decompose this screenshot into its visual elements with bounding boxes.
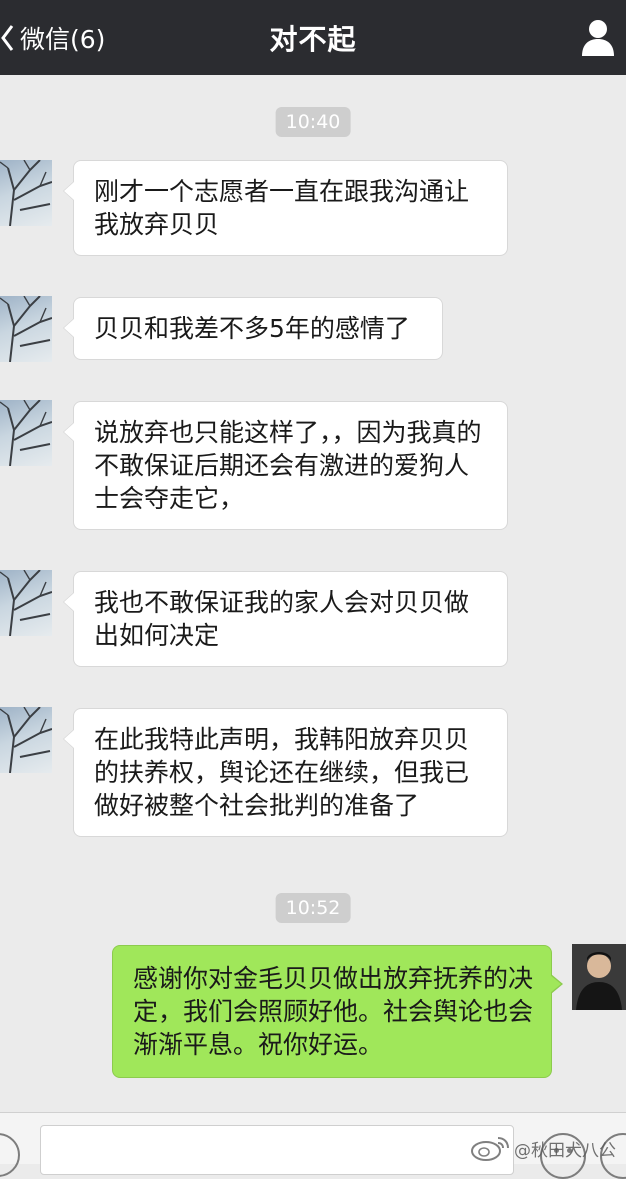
chat-title: 对不起 bbox=[269, 23, 357, 56]
contact-avatar[interactable] bbox=[0, 400, 52, 466]
tree-branches-image bbox=[0, 296, 52, 362]
voice-toggle-button[interactable] bbox=[0, 1133, 20, 1177]
chat-info-button[interactable] bbox=[580, 18, 616, 58]
outgoing-message[interactable]: 感谢你对金毛贝贝做出放弃抚养的决定，我们会照顾好他。社会舆论也会渐渐平息。祝你好… bbox=[112, 945, 563, 1078]
incoming-message[interactable]: 说放弃也只能这样了，，因为我真的不敢保证后期还会有激进的爱狗人士会夺走它， bbox=[63, 401, 508, 530]
contact-avatar[interactable] bbox=[0, 707, 52, 773]
watermark-text: @秋田犬八公 bbox=[514, 1140, 616, 1161]
incoming-message[interactable]: 贝贝和我差不多5年的感情了 bbox=[63, 297, 443, 360]
tree-branches-image bbox=[0, 400, 52, 466]
contact-avatar[interactable] bbox=[0, 570, 52, 636]
message-input[interactable] bbox=[40, 1125, 514, 1175]
person-icon bbox=[582, 20, 614, 56]
self-avatar[interactable] bbox=[572, 944, 626, 1010]
tree-branches-image bbox=[0, 160, 52, 226]
tree-branches-image bbox=[0, 570, 52, 636]
tree-branches-image bbox=[0, 707, 52, 773]
man-portrait-image bbox=[572, 944, 626, 1010]
incoming-message[interactable]: 刚才一个志愿者一直在跟我沟通让我放弃贝贝 bbox=[63, 160, 508, 256]
incoming-message[interactable]: 在此我特此声明，我韩阳放弃贝贝的扶养权，舆论还在继续，但我已做好被整个社会批判的… bbox=[63, 708, 508, 837]
weibo-logo-icon bbox=[471, 1137, 509, 1161]
weibo-watermark: @秋田犬八公 bbox=[470, 1134, 616, 1162]
timestamp: 10:52 bbox=[275, 893, 351, 923]
timestamp: 10:40 bbox=[275, 107, 351, 137]
contact-avatar[interactable] bbox=[0, 160, 52, 226]
incoming-message[interactable]: 我也不敢保证我的家人会对贝贝做出如何决定 bbox=[63, 571, 508, 667]
chat-header: 微信(6) 对不起 bbox=[0, 0, 626, 75]
contact-avatar[interactable] bbox=[0, 296, 52, 362]
